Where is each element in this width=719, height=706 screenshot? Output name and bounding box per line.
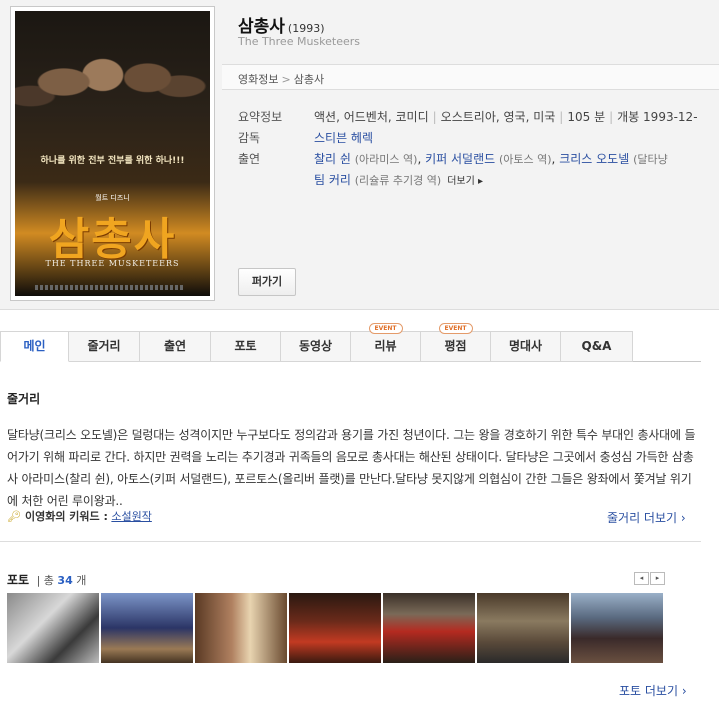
cast-link[interactable]: 찰리 쉰: [314, 152, 351, 166]
title-row: 삼총사 (1993): [238, 12, 325, 37]
key-icon: 🔑︎: [7, 510, 21, 523]
synopsis-text: 달타냥(크리스 오도넬)은 덜렁대는 성격이지만 누구보다도 정의감과 용기를 …: [7, 428, 696, 508]
photo-thumbnail[interactable]: [289, 593, 381, 663]
movie-tabs: 메인 줄거리 출연 포토 동영상 EVENT 리뷰 EVENT 평점 명대사 Q&A: [0, 323, 701, 362]
cast-row: 출연 찰리 쉰 (아라미스 역), 키퍼 서덜랜드 (아토스 역), 크리스 오도…: [238, 152, 668, 166]
next-page-button[interactable]: ▸: [650, 572, 665, 585]
tab-main[interactable]: 메인: [0, 331, 69, 362]
cast-link[interactable]: 팀 커리: [314, 173, 351, 187]
country: 오스트리아, 영국, 미국: [440, 110, 556, 124]
photo-thumbnail[interactable]: [7, 593, 99, 663]
movie-poster[interactable]: 하나를 위한 전부 전부를 위한 하나!!! 월트 디즈니 삼총사 THE TH…: [15, 11, 210, 296]
cast-link[interactable]: 크리스 오도넬: [559, 152, 629, 166]
summary-row: 요약정보 액션, 어드벤처, 코미디 | 오스트리아, 영국, 미국 | 105 분 | 개봉…: [238, 110, 698, 124]
original-title: The Three Musketeers: [238, 35, 360, 48]
tab-photo[interactable]: 포토: [211, 331, 281, 362]
poster-credits: [35, 285, 185, 290]
breadcrumb: 영화정보 > 삼총사: [222, 64, 719, 90]
breadcrumb-item-current: 삼총사: [293, 73, 325, 86]
photo-thumbnail[interactable]: [383, 593, 475, 663]
photo-thumbnail[interactable]: [571, 593, 663, 663]
keyword-link[interactable]: 소설원작: [111, 510, 151, 523]
cast-link[interactable]: 키퍼 서덜랜드: [425, 152, 495, 166]
keyword-label: 이영화의 키워드 :: [24, 510, 108, 523]
release-date: 개봉 1993-12-: [617, 110, 698, 124]
synopsis-heading: 줄거리: [7, 392, 41, 406]
genre: 액션, 어드벤처, 코미디: [314, 110, 429, 124]
movie-details: 요약정보 액션, 어드벤처, 코미디 | 오스트리아, 영국, 미국 | 105 분 | 개봉…: [238, 108, 718, 192]
cast-row-2: 팀 커리 (리슐류 추기경 역) 더보기 ▸: [238, 171, 718, 192]
movie-title: 삼총사: [238, 17, 285, 37]
cast-role: (리슐류 추기경 역): [354, 174, 442, 187]
event-badge: EVENT: [438, 323, 473, 334]
photo-count: 34: [57, 574, 73, 587]
director-link[interactable]: 스티븐 헤렉: [314, 131, 373, 145]
poster-studio: 월트 디즈니: [95, 194, 130, 202]
tab-synopsis[interactable]: 줄거리: [69, 331, 140, 362]
tab-rating[interactable]: EVENT 평점: [421, 323, 491, 362]
cast-role: (달타냥: [633, 153, 668, 166]
cast-role: (아라미스 역): [354, 153, 418, 166]
tab-cast[interactable]: 출연: [140, 331, 211, 362]
cast-more-link[interactable]: 더보기 ▸: [447, 176, 483, 187]
keyword-row: 🔑︎ 이영화의 키워드 : 소설원작: [7, 508, 152, 524]
photo-header: 포토 | 총 34 개: [7, 573, 87, 587]
share-button[interactable]: 퍼가기: [238, 268, 296, 296]
tab-video[interactable]: 동영상: [281, 331, 351, 362]
photo-heading: 포토: [7, 573, 30, 587]
poster-cast-image: [15, 19, 210, 159]
director-label: 감독: [238, 131, 261, 145]
prev-page-button[interactable]: ◂: [634, 572, 649, 585]
movie-header: 하나를 위한 전부 전부를 위한 하나!!! 월트 디즈니 삼총사 THE TH…: [0, 0, 719, 310]
poster-english-title: THE THREE MUSKETEERS: [45, 259, 180, 268]
poster-tagline: 하나를 위한 전부 전부를 위한 하나!!!: [40, 156, 185, 166]
divider: [0, 541, 701, 542]
photo-thumbnail[interactable]: [195, 593, 287, 663]
director-row: 감독 스티븐 헤렉: [238, 129, 718, 150]
photo-thumbnail[interactable]: [101, 593, 193, 663]
photo-more-link[interactable]: 포토 더보기 ›: [619, 682, 687, 699]
movie-info: 삼총사 (1993) The Three Musketeers 영화정보 > 삼총사 …: [222, 0, 719, 310]
movie-year: (1993): [287, 22, 325, 35]
photo-thumbnail[interactable]: [477, 593, 569, 663]
breadcrumb-item-movie-info[interactable]: 영화정보: [238, 73, 278, 86]
tab-quotes[interactable]: 명대사: [491, 331, 561, 362]
tab-qna[interactable]: Q&A: [561, 331, 633, 362]
poster-logo: 삼총사: [48, 214, 177, 265]
cast-role: (아토스 역): [498, 153, 552, 166]
cast-label: 출연: [238, 152, 261, 166]
tab-review[interactable]: EVENT 리뷰: [351, 323, 421, 362]
runtime: 105 분: [567, 110, 606, 124]
event-badge: EVENT: [368, 323, 403, 334]
summary-label: 요약정보: [238, 110, 283, 124]
synopsis-more-link[interactable]: 줄거리 더보기 ›: [607, 509, 686, 526]
poster-frame[interactable]: 하나를 위한 전부 전부를 위한 하나!!! 월트 디즈니 삼총사 THE TH…: [10, 6, 215, 301]
